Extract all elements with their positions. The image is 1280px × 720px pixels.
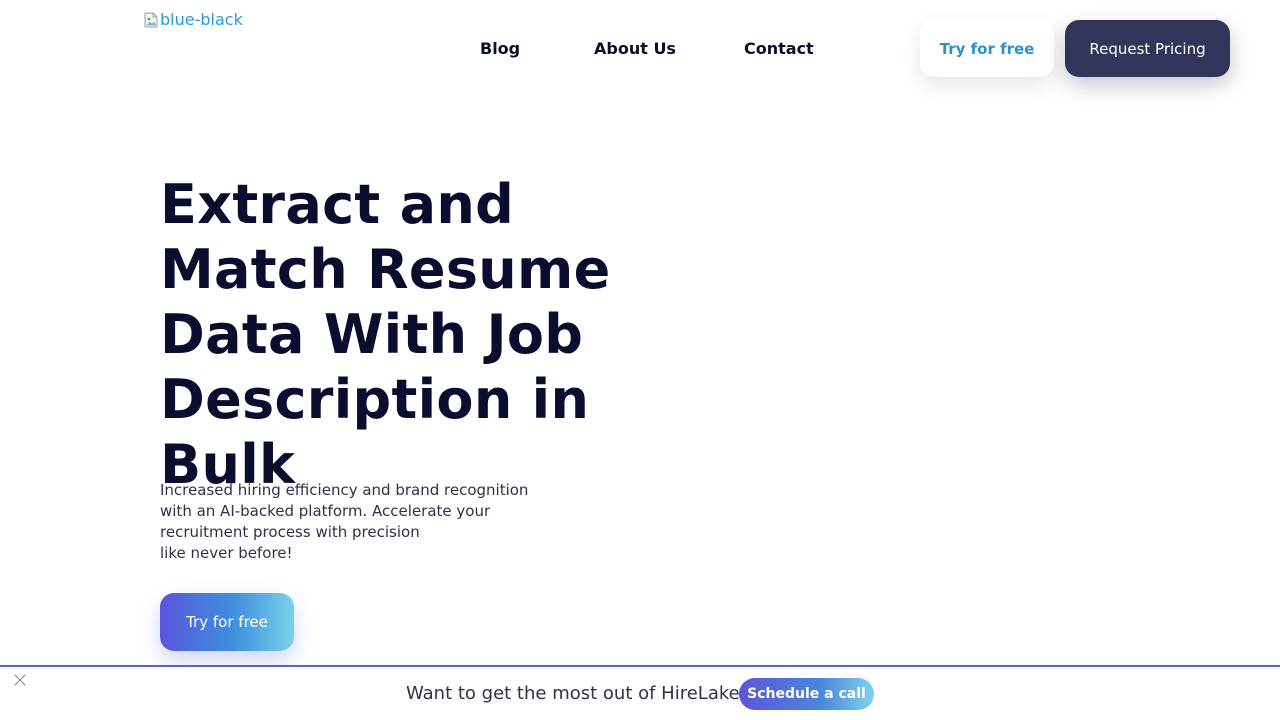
- hero-subtitle: Increased hiring efficiency and brand re…: [160, 481, 529, 562]
- nav-link-about-us[interactable]: About Us: [594, 38, 676, 60]
- page: blue-black Blog About Us Contact Try for…: [0, 0, 1280, 720]
- nav-link-blog[interactable]: Blog: [480, 38, 520, 60]
- broken-image-icon: [144, 12, 158, 28]
- nav-link-contact[interactable]: Contact: [744, 38, 814, 60]
- schedule-a-call-button[interactable]: Schedule a call: [739, 678, 874, 710]
- site-header: blue-black Blog About Us Contact Try for…: [0, 0, 1280, 100]
- bottom-promo-banner: Want to get the most out of HireLakeAI? …: [0, 665, 1280, 720]
- close-icon[interactable]: [13, 672, 27, 686]
- banner-text: Want to get the most out of HireLakeAI?: [406, 683, 767, 704]
- request-pricing-button[interactable]: Request Pricing: [1065, 20, 1230, 77]
- hero-try-for-free-button[interactable]: Try for free: [160, 593, 294, 651]
- logo-alt-text: blue-black: [160, 10, 243, 29]
- header-try-for-free-button[interactable]: Try for free: [920, 20, 1054, 77]
- hero-title: Extract and Match Resume Data With Job D…: [160, 173, 611, 496]
- logo-link[interactable]: blue-black: [144, 10, 243, 29]
